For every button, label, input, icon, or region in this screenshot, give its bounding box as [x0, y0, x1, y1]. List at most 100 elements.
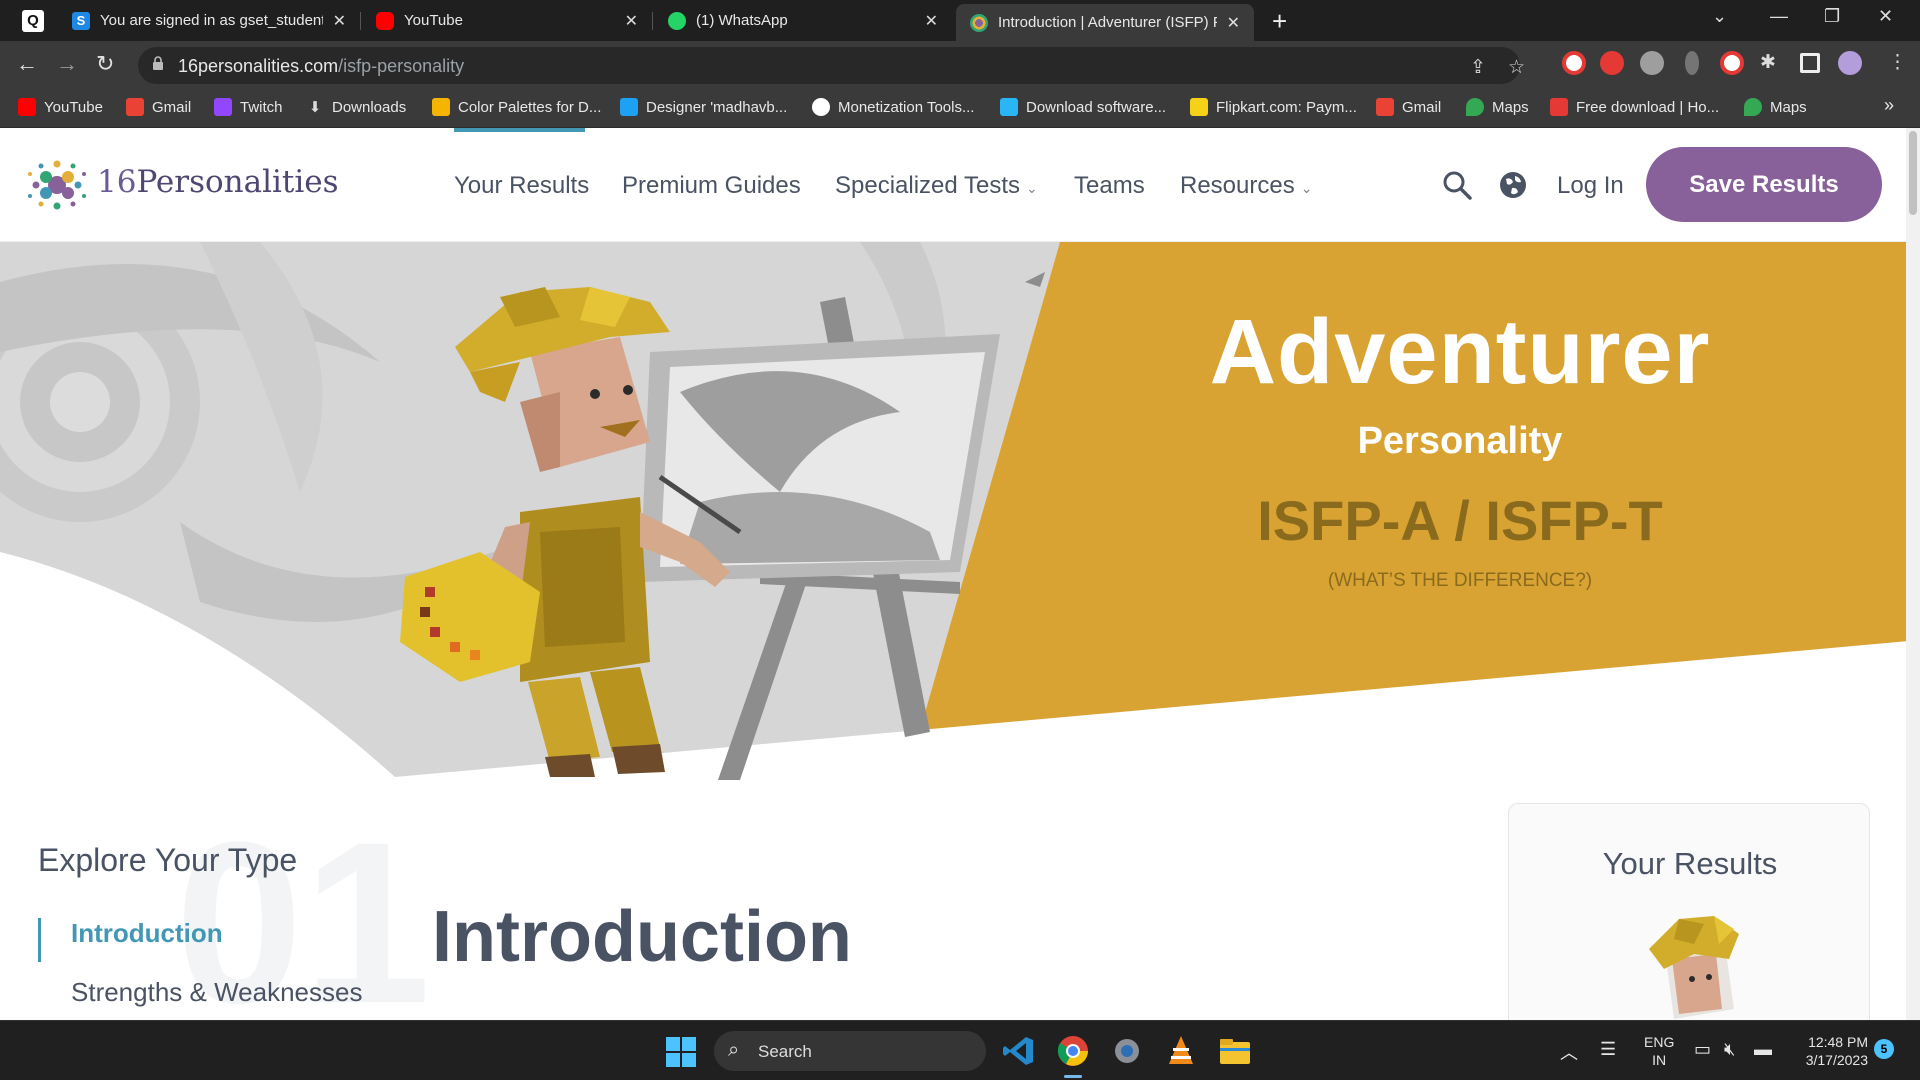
login-link[interactable]: Log In: [1557, 172, 1624, 200]
windows-taskbar: ⌕ Search ︿ ☰ ENG IN ▭ 🔇︎ ▬ 12:48 PM 3/17…: [0, 1020, 1920, 1080]
close-icon[interactable]: ✕: [1227, 13, 1240, 33]
close-icon[interactable]: ✕: [925, 11, 938, 31]
tab-title: You are signed in as gset_student: [100, 12, 323, 29]
bookmark-maps[interactable]: Maps: [1466, 98, 1529, 116]
bookmark-twitch[interactable]: Twitch: [214, 98, 283, 116]
bookmark-star-icon[interactable]: ☆: [1508, 56, 1525, 79]
extension-drop-icon[interactable]: [1685, 51, 1699, 75]
nav-teams[interactable]: Teams: [1074, 172, 1145, 200]
bookmark-downloads[interactable]: ⬇ Downloads: [306, 98, 407, 117]
bookmark-free-download[interactable]: Free download | Ho...: [1550, 98, 1719, 116]
file-explorer-icon[interactable]: [1218, 1034, 1252, 1068]
chevron-down-icon: ⌄: [1300, 180, 1313, 196]
sidebar-item-introduction[interactable]: Introduction: [71, 918, 223, 949]
tab-16personalities[interactable]: Introduction | Adventurer (ISFP) P ✕: [956, 4, 1254, 41]
browser-tab-bar: Q S You are signed in as gset_student ✕ …: [0, 0, 1920, 41]
lock-icon: [153, 56, 163, 70]
tab-signed-in[interactable]: S You are signed in as gset_student ✕: [58, 0, 360, 41]
active-app-indicator: [1064, 1075, 1082, 1078]
bookmark-gmail[interactable]: Gmail: [126, 98, 191, 116]
restore-icon[interactable]: ❐: [1824, 6, 1840, 27]
tab-search-icon[interactable]: ⌄: [1712, 6, 1727, 27]
explore-title: Explore Your Type: [38, 842, 298, 878]
settings-gear-icon[interactable]: [1110, 1034, 1144, 1068]
heart-icon: [620, 98, 638, 116]
bookmark-download-software[interactable]: Download software...: [1000, 98, 1166, 116]
back-icon[interactable]: ←: [16, 51, 38, 77]
nav-premium-guides[interactable]: Premium Guides: [622, 172, 801, 200]
battery-icon[interactable]: ▬: [1754, 1039, 1772, 1060]
bookmark-monetization[interactable]: Monetization Tools...: [812, 98, 974, 116]
maps-pin-icon: [1466, 98, 1484, 116]
search-icon[interactable]: [1442, 170, 1472, 200]
reload-icon[interactable]: ↻: [96, 51, 114, 77]
bookmarks-overflow-icon[interactable]: »: [1884, 95, 1894, 116]
youtube-icon: [376, 11, 394, 30]
scrollbar[interactable]: [1906, 128, 1920, 1020]
bookmark-flipkart[interactable]: Flipkart.com: Paym...: [1190, 98, 1357, 116]
vlc-icon[interactable]: [1164, 1034, 1198, 1068]
tab-title: (1) WhatsApp: [696, 12, 788, 29]
scrollbar-thumb[interactable]: [1909, 131, 1917, 215]
hero-title: Adventurer: [1209, 301, 1711, 403]
extension-shield-icon[interactable]: [1720, 51, 1744, 75]
tab-youtube[interactable]: YouTube ✕: [362, 0, 652, 41]
tab-favicon-icon: S: [72, 11, 90, 30]
new-tab-button[interactable]: +: [1272, 6, 1287, 37]
url-text: 16personalities.com/isfp-personality: [178, 56, 465, 76]
volume-muted-icon[interactable]: 🔇︎: [1724, 1039, 1735, 1060]
taskbar-search[interactable]: ⌕ Search: [714, 1031, 986, 1071]
network-icon[interactable]: ▭: [1694, 1039, 1711, 1060]
bookmark-gmail-2[interactable]: Gmail: [1376, 98, 1441, 116]
app-icon[interactable]: Q: [22, 10, 44, 32]
bookmark-color-palettes[interactable]: Color Palettes for D...: [432, 98, 601, 116]
globe-icon[interactable]: [1498, 170, 1528, 200]
bookmark-youtube[interactable]: YouTube: [18, 98, 103, 116]
share-icon[interactable]: ⇪: [1470, 56, 1486, 79]
nav-your-results[interactable]: Your Results: [454, 172, 589, 200]
difference-link[interactable]: (WHAT’S THE DIFFERENCE?): [1175, 570, 1745, 592]
notification-badge[interactable]: 5: [1874, 1039, 1894, 1059]
nav-resources[interactable]: Resources ⌄: [1180, 172, 1312, 200]
language-indicator[interactable]: ENG IN: [1644, 1033, 1674, 1069]
menu-kebab-icon[interactable]: ⋮: [1888, 51, 1907, 74]
youtube-icon: [18, 98, 36, 116]
site-header: 16Personalities Your Results Premium Gui…: [0, 128, 1920, 242]
logo-wordmark[interactable]: 16Personalities: [97, 164, 339, 200]
save-results-button[interactable]: Save Results: [1646, 147, 1882, 222]
nav-specialized-tests[interactable]: Specialized Tests ⌄: [835, 172, 1038, 200]
forward-icon[interactable]: →: [56, 51, 78, 77]
pen-menu-icon[interactable]: ☰: [1600, 1039, 1616, 1060]
search-icon: ⌕: [728, 1039, 740, 1061]
hero-banner: Adventurer Personality ISFP-A / ISFP-T (…: [0, 242, 1920, 780]
close-icon[interactable]: ✕: [625, 11, 638, 31]
side-panel-icon[interactable]: [1800, 53, 1820, 73]
flipkart-icon: [1190, 98, 1208, 116]
tab-title: YouTube: [404, 12, 463, 29]
free-download-icon: [1550, 98, 1568, 116]
chrome-icon[interactable]: [1056, 1034, 1090, 1068]
gmail-icon: [126, 98, 144, 116]
chevron-down-icon: ⌄: [1026, 180, 1038, 196]
extension-record-icon[interactable]: [1600, 51, 1624, 75]
minimize-icon[interactable]: —: [1770, 6, 1788, 27]
show-hidden-icons-icon[interactable]: ︿: [1560, 1039, 1578, 1065]
bookmark-designer[interactable]: Designer 'madhavb...: [620, 98, 787, 116]
close-icon[interactable]: ✕: [333, 11, 346, 31]
page-title: Introduction: [432, 897, 852, 977]
vscode-icon[interactable]: [1002, 1034, 1036, 1068]
results-card-title: Your Results: [1602, 846, 1778, 881]
bookmark-maps-2[interactable]: Maps: [1744, 98, 1807, 116]
extension-adblock-icon[interactable]: [1562, 51, 1586, 75]
extensions-puzzle-icon[interactable]: ✱: [1760, 51, 1776, 74]
windows-start-icon[interactable]: [666, 1037, 696, 1067]
hero-type-code: ISFP-A / ISFP-T: [1257, 489, 1663, 552]
sidebar-item-strengths-weaknesses[interactable]: Strengths & Weaknesses: [71, 977, 362, 1008]
clock[interactable]: 12:48 PM 3/17/2023: [1790, 1033, 1868, 1069]
extension-globe-icon[interactable]: [1640, 51, 1664, 75]
address-bar[interactable]: 16personalities.com/isfp-personality ⇪ ☆: [138, 47, 1525, 84]
tab-whatsapp[interactable]: (1) WhatsApp ✕: [654, 0, 952, 41]
16personalities-logo-icon[interactable]: [24, 152, 90, 218]
close-window-icon[interactable]: ✕: [1878, 6, 1893, 27]
profile-avatar[interactable]: [1838, 51, 1862, 75]
